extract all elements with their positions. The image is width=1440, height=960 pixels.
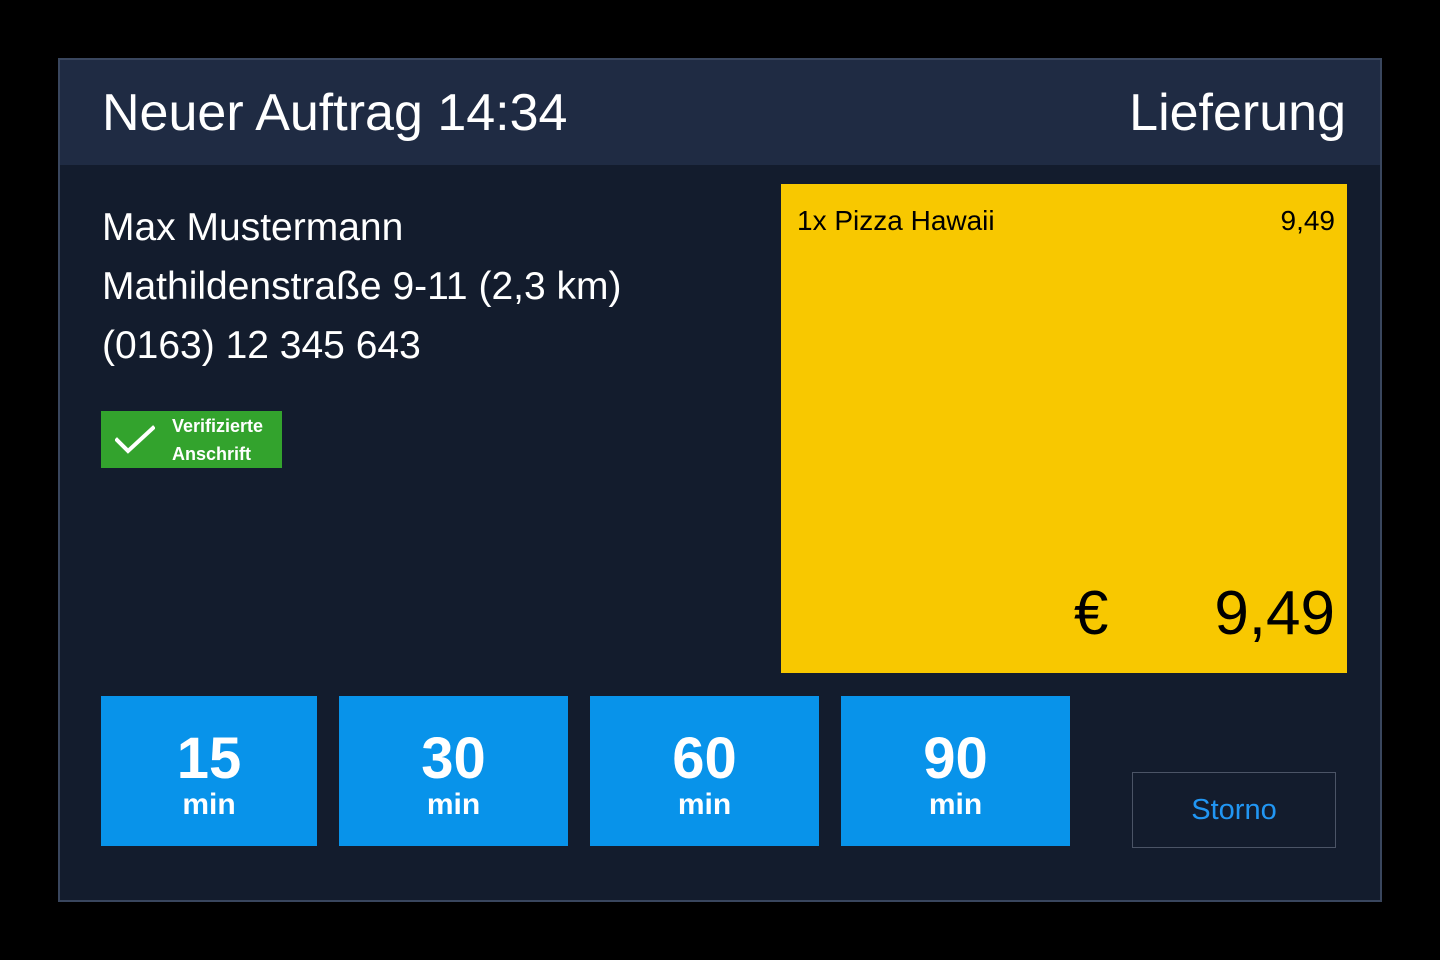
- currency-symbol: €: [1073, 579, 1109, 648]
- time-value: 90: [923, 726, 988, 791]
- order-notification-panel: Neuer Auftrag 14:34 Lieferung Max Muster…: [58, 58, 1382, 902]
- time-unit: min: [677, 788, 732, 821]
- time-unit: min: [928, 788, 983, 821]
- order-type: Lieferung: [1129, 83, 1346, 142]
- customer-address: Mathildenstraße 9-11 (2,3 km): [102, 265, 622, 308]
- order-summary-card: 1x Pizza Hawaii 9,49 € 9,49: [781, 184, 1347, 673]
- order-time: 14:34: [437, 83, 568, 142]
- time-value: 30: [421, 726, 486, 791]
- order-item-price: 9,49: [1280, 205, 1336, 236]
- verified-address-label: Verifizierte Anschrift: [172, 412, 263, 468]
- order-item-label: 1x Pizza Hawaii: [797, 205, 995, 236]
- time-unit: min: [182, 788, 236, 821]
- customer-info: Max Mustermann Mathildenstraße 9-11 (2,3…: [102, 198, 621, 375]
- badge-line: Anschrift: [172, 443, 252, 464]
- delivery-time-60-min-button[interactable]: 60 min: [590, 696, 819, 846]
- delivery-time-30-min-button[interactable]: 30 min: [339, 696, 568, 846]
- order-total-amount: 9,49: [1214, 579, 1335, 648]
- check-icon: [115, 424, 155, 454]
- time-value: 60: [672, 726, 737, 791]
- customer-phone: (0163) 12 345 643: [102, 324, 421, 367]
- order-total: € 9,49: [1074, 583, 1335, 645]
- order-header: Neuer Auftrag 14:34 Lieferung: [60, 60, 1380, 165]
- order-title: Neuer Auftrag 14:34: [102, 83, 567, 143]
- order-title-label: Neuer Auftrag: [102, 83, 423, 142]
- order-item: 1x Pizza Hawaii 9,49: [797, 202, 1335, 240]
- time-value: 15: [176, 726, 242, 791]
- badge-line: Verifizierte: [172, 415, 264, 436]
- customer-name: Max Mustermann: [102, 206, 404, 249]
- delivery-time-90-min-button[interactable]: 90 min: [841, 696, 1070, 846]
- verified-address-badge: Verifizierte Anschrift: [101, 411, 282, 468]
- time-unit: min: [426, 788, 481, 821]
- cancel-order-button[interactable]: Storno: [1132, 772, 1336, 848]
- delivery-time-15-min-button[interactable]: 15 min: [101, 696, 317, 846]
